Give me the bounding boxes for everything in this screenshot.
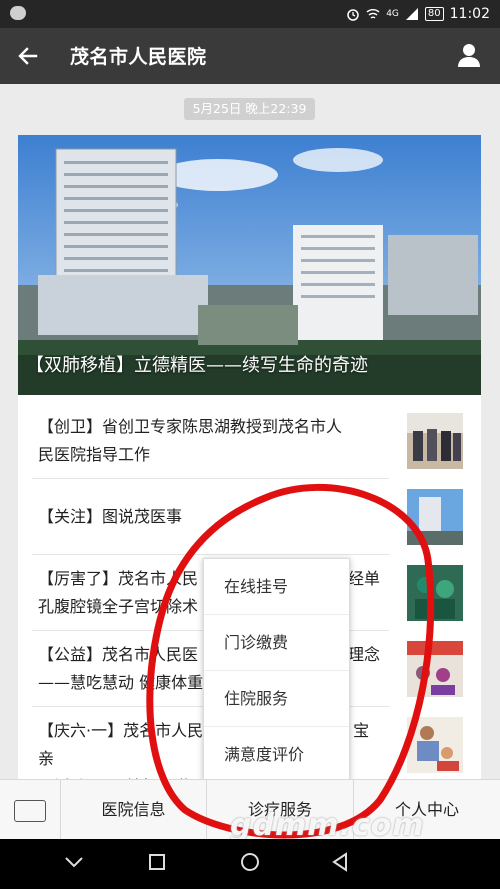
hero-article[interactable]: 【双肺移植】立德精医——续写生命的奇迹 [18, 135, 481, 395]
menu-item-outpatient-payment[interactable]: 门诊缴费 [204, 615, 349, 671]
article-thumbnail [407, 565, 463, 621]
status-bar: 4G 80 11:02 [0, 0, 500, 28]
title-bar: 茂名市人民医院 [0, 28, 500, 84]
article-fragment: 【厉害了】茂名市人民 [38, 569, 199, 588]
list-item[interactable]: 【关注】图说茂医事 [18, 479, 481, 555]
wifi-icon [366, 9, 380, 19]
message-timestamp: 5月25日 晚上22:39 [184, 98, 315, 120]
back-arrow-icon[interactable] [16, 44, 40, 68]
tab-hospital-info[interactable]: 医院信息 [61, 780, 207, 840]
article-title: 【关注】图说茂医事 [38, 507, 183, 526]
nav-back-icon[interactable] [330, 852, 350, 872]
article-line: 【创卫】省创卫专家陈思湖教授到茂名市人 [38, 417, 343, 436]
alarm-icon [347, 9, 359, 21]
menu-item-satisfaction-survey[interactable]: 满意度评价 [204, 727, 349, 782]
article-thumbnail [407, 489, 463, 545]
article-thumbnail [407, 413, 463, 469]
chat-notification-icon [10, 6, 26, 20]
nav-home-icon[interactable] [240, 852, 260, 872]
signal-icon [405, 8, 418, 20]
article-fragment: 理念 [348, 645, 381, 664]
menu-item-inpatient-service[interactable]: 住院服务 [204, 671, 349, 727]
article-thumbnail [407, 717, 463, 773]
article-line: 民医院指导工作 [38, 445, 151, 464]
battery-indicator: 80 [424, 7, 444, 21]
nav-recents-icon[interactable] [148, 853, 166, 871]
menu-item-online-registration[interactable]: 在线挂号 [204, 559, 349, 615]
keyboard-icon [14, 800, 46, 822]
services-popup-menu: 在线挂号 门诊缴费 住院服务 满意度评价 [203, 558, 350, 782]
status-icons: 4G 80 11:02 [346, 5, 490, 23]
hero-caption: 【双肺移植】立德精医——续写生命的奇迹 [26, 355, 368, 376]
profile-icon[interactable] [456, 42, 482, 68]
network-label: 4G [386, 9, 399, 19]
page-title: 茂名市人民医院 [70, 46, 207, 68]
article-thumbnail [407, 641, 463, 697]
keyboard-toggle-button[interactable] [0, 780, 61, 840]
article-fragment: 【庆六·一】茂名市人民 [38, 721, 204, 740]
list-item[interactable]: 【创卫】省创卫专家陈思湖教授到茂名市人 民医院指导工作 [18, 403, 481, 479]
nav-down-icon[interactable] [64, 855, 84, 869]
article-fragment: 经单 [348, 569, 381, 588]
article-title: 【创卫】省创卫专家陈思湖教授到茂名市人 民医院指导工作 [38, 413, 383, 469]
clock: 11:02 [449, 6, 490, 22]
watermark-text: gdmm.com [230, 808, 425, 843]
system-nav-bar [0, 839, 500, 889]
article-fragment: 【公益】茂名市人民医 [38, 645, 199, 664]
